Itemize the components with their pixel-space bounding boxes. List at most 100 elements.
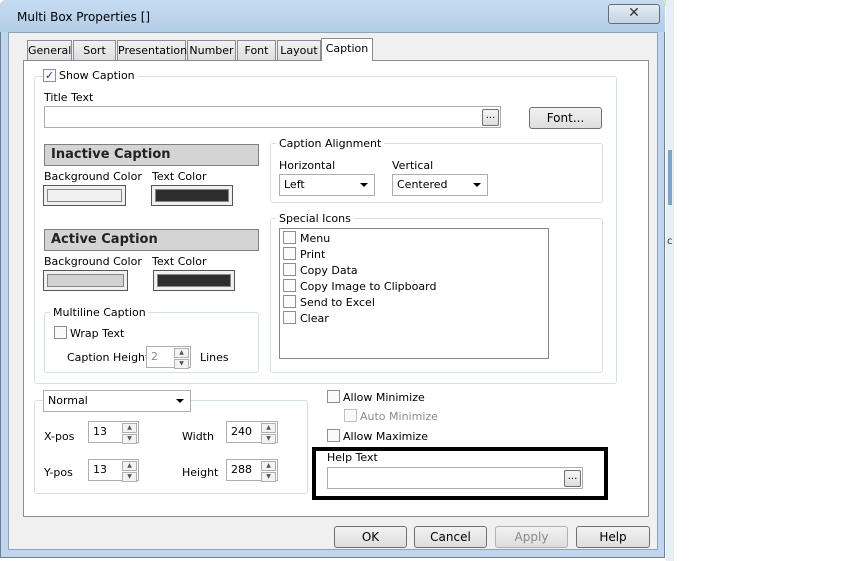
height-spinner[interactable]: 288 ▲ ▼: [226, 459, 278, 482]
font-button[interactable]: Font...: [529, 107, 602, 129]
tab-font[interactable]: Font: [237, 40, 276, 61]
position-mode-dropdown[interactable]: Normal: [43, 390, 191, 412]
special-icon-menu-checkbox[interactable]: [283, 231, 296, 244]
tab-presentation-label: Presentation: [118, 44, 188, 57]
close-button[interactable]: ✕: [608, 4, 660, 24]
spin-up-icon[interactable]: ▲: [122, 423, 137, 433]
title-text-label: Title Text: [44, 91, 94, 104]
xpos-spin-buttons[interactable]: ▲ ▼: [122, 423, 137, 444]
allow-minimize-checkbox[interactable]: [327, 390, 340, 403]
height-label: Height: [182, 466, 219, 479]
inactive-text-color-fill: [155, 189, 229, 202]
special-icons-label: Special Icons: [276, 213, 354, 225]
title-text-ellipsis-button[interactable]: ...: [482, 109, 499, 126]
allow-minimize-label: Allow Minimize: [343, 391, 425, 404]
inactive-bg-color-swatch[interactable]: [43, 185, 126, 206]
help-button[interactable]: Help: [576, 526, 650, 548]
horizontal-dropdown[interactable]: Left: [279, 174, 375, 196]
help-text-ellipsis-button[interactable]: ...: [564, 470, 581, 487]
help-text-label: Help Text: [327, 451, 378, 464]
caption-height-spinner: 2 ▲ ▼: [146, 346, 191, 369]
height-spin-buttons[interactable]: ▲ ▼: [261, 461, 276, 482]
horizontal-label: Horizontal: [279, 159, 336, 172]
tab-presentation[interactable]: Presentation: [117, 40, 188, 61]
tab-general[interactable]: General: [27, 40, 72, 61]
special-icon-clear-label: Clear: [300, 312, 329, 325]
width-value: 240: [231, 425, 252, 438]
window-title: Multi Box Properties []: [17, 10, 151, 24]
caption-height-value: 2: [151, 350, 158, 363]
tab-number-label: Number: [189, 44, 234, 57]
wrap-text-checkbox[interactable]: [54, 326, 67, 339]
xpos-label: X-pos: [44, 430, 75, 443]
chevron-down-icon: [176, 399, 184, 403]
height-value: 288: [231, 463, 252, 476]
ypos-spin-buttons[interactable]: ▲ ▼: [122, 461, 137, 482]
active-bg-color-swatch[interactable]: [43, 270, 128, 291]
special-icon-clear-checkbox[interactable]: [283, 311, 296, 324]
inactive-text-color-swatch[interactable]: [151, 185, 233, 206]
xpos-spinner[interactable]: 13 ▲ ▼: [88, 421, 139, 444]
chevron-down-icon: [360, 183, 368, 187]
spin-down-icon[interactable]: ▼: [122, 472, 137, 482]
wrap-text-label: Wrap Text: [70, 327, 125, 340]
special-icon-print-checkbox[interactable]: [283, 247, 296, 260]
width-spin-buttons[interactable]: ▲ ▼: [261, 423, 276, 444]
special-icon-copy-image-checkbox[interactable]: [283, 279, 296, 292]
chevron-down-icon: [473, 183, 481, 187]
cancel-button[interactable]: Cancel: [414, 526, 487, 548]
ok-button[interactable]: OK: [334, 526, 407, 548]
lines-label: Lines: [200, 351, 229, 364]
caption-height-label: Caption Height: [67, 351, 150, 364]
width-label: Width: [182, 430, 214, 443]
position-mode-value: Normal: [48, 394, 88, 407]
active-bg-color-label: Background Color: [44, 255, 142, 268]
vertical-label: Vertical: [392, 159, 434, 172]
vertical-value: Centered: [397, 178, 448, 191]
width-spinner[interactable]: 240 ▲ ▼: [226, 421, 278, 444]
xpos-value: 13: [93, 425, 107, 438]
special-icon-send-excel-checkbox[interactable]: [283, 295, 296, 308]
spin-up-icon[interactable]: ▲: [261, 423, 276, 433]
tab-layout[interactable]: Layout: [277, 40, 321, 61]
allow-maximize-label: Allow Maximize: [343, 430, 428, 443]
special-icon-print-label: Print: [300, 248, 326, 261]
spin-down-icon[interactable]: ▼: [261, 434, 276, 444]
background-window-edge: [666, 0, 674, 561]
vertical-dropdown[interactable]: Centered: [392, 174, 488, 196]
allow-maximize-checkbox[interactable]: [327, 429, 340, 442]
show-caption-checkbox[interactable]: ✓: [43, 69, 56, 82]
spin-down-icon[interactable]: ▼: [261, 472, 276, 482]
auto-minimize-checkbox: [344, 409, 357, 422]
tab-caption[interactable]: Caption: [321, 38, 373, 61]
special-icon-copy-data-checkbox[interactable]: [283, 263, 296, 276]
active-bg-color-fill: [47, 274, 124, 287]
auto-minimize-label: Auto Minimize: [360, 410, 438, 423]
inactive-caption-header: Inactive Caption: [44, 144, 259, 166]
tab-sort[interactable]: Sort: [73, 40, 116, 61]
tab-layout-label: Layout: [280, 44, 318, 57]
active-text-color-label: Text Color: [152, 255, 207, 268]
spin-down-icon: ▼: [174, 359, 189, 369]
spin-up-icon[interactable]: ▲: [122, 461, 137, 471]
special-icon-copy-data-label: Copy Data: [300, 264, 358, 277]
apply-button: Apply: [495, 526, 568, 548]
multiline-caption-label: Multiline Caption: [50, 307, 149, 319]
help-text-input[interactable]: [327, 467, 583, 489]
spin-up-icon: ▲: [174, 348, 189, 358]
active-caption-header: Active Caption: [44, 229, 259, 251]
ypos-label: Y-pos: [44, 466, 73, 479]
tab-sort-label: Sort: [83, 44, 106, 57]
spin-down-icon[interactable]: ▼: [122, 434, 137, 444]
background-scroll-thumb: [668, 150, 672, 205]
caption-height-spin-buttons: ▲ ▼: [174, 348, 189, 369]
tab-number[interactable]: Number: [187, 40, 236, 61]
show-caption-label: Show Caption: [56, 70, 138, 82]
tab-font-label: Font: [244, 44, 269, 57]
background-text-fragment: c: [667, 236, 673, 247]
horizontal-value: Left: [284, 178, 305, 191]
title-text-input[interactable]: [44, 106, 501, 128]
ypos-spinner[interactable]: 13 ▲ ▼: [88, 459, 139, 482]
active-text-color-swatch[interactable]: [153, 270, 235, 291]
spin-up-icon[interactable]: ▲: [261, 461, 276, 471]
